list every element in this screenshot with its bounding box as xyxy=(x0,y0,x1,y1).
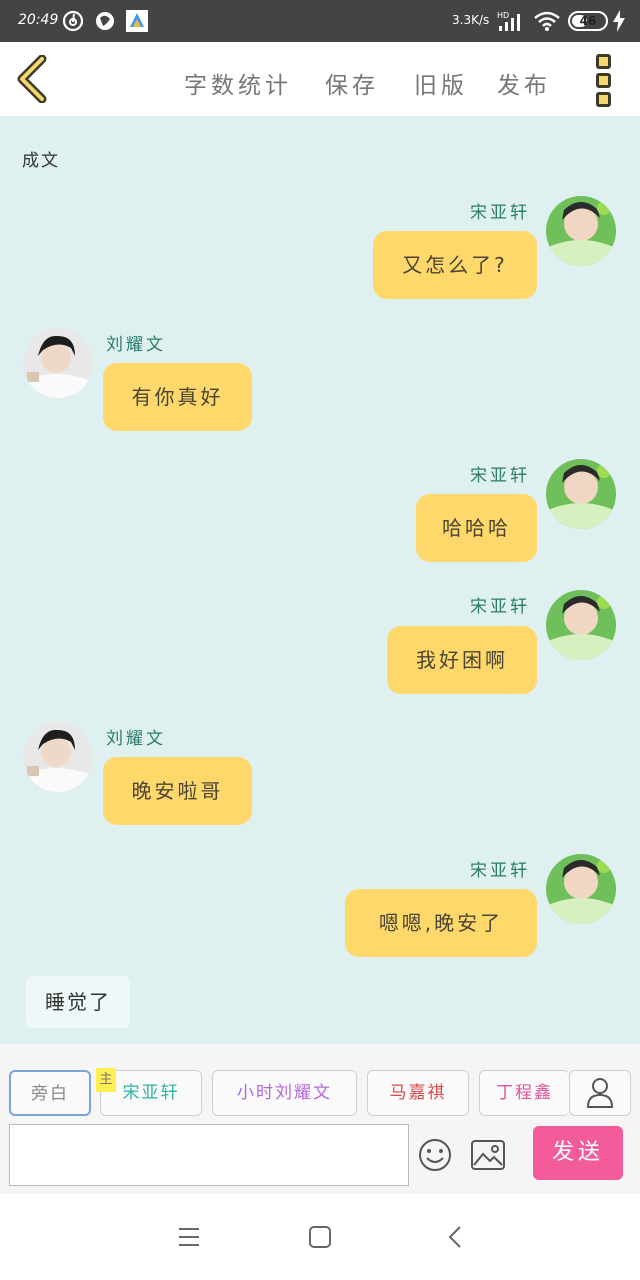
save-button[interactable]: 保存 xyxy=(325,66,379,100)
avatar-liu-yaowen[interactable] xyxy=(23,328,93,398)
message-bubble[interactable]: 晚安啦哥 xyxy=(103,757,252,825)
message-bubble[interactable]: 哈哈哈 xyxy=(416,494,537,562)
top-toolbar: 字数统计 保存 旧版 发布 xyxy=(0,42,640,116)
message-input[interactable] xyxy=(9,1124,409,1186)
battery-icon: 46 xyxy=(568,11,608,31)
sender-name: 宋亚轩 xyxy=(470,466,530,486)
narration-message[interactable]: 睡觉了 xyxy=(26,976,130,1028)
navigation-bar xyxy=(0,1194,640,1280)
old-version-button[interactable]: 旧版 xyxy=(414,66,468,100)
netease-music-icon xyxy=(62,10,84,32)
menu-dot xyxy=(596,54,611,69)
message-bubble[interactable]: 又怎么了? xyxy=(373,231,537,299)
message-bubble[interactable]: 嗯嗯,晚安了 xyxy=(345,889,537,957)
main-role-badge: 主 xyxy=(96,1068,116,1092)
image-icon[interactable] xyxy=(470,1139,506,1171)
role-chip-ma-jiaqi[interactable]: 马嘉祺 xyxy=(367,1070,469,1116)
message-bubble[interactable]: 我好困啊 xyxy=(387,626,537,694)
charging-bolt-icon xyxy=(613,10,625,32)
role-chip-xiaoshi-liu-yaowen[interactable]: 小时刘耀文 xyxy=(212,1070,357,1116)
user-icon xyxy=(586,1078,614,1108)
network-speed: 3.3K/s xyxy=(452,13,490,27)
menu-dot xyxy=(596,92,611,107)
signal-icon: HD xyxy=(497,11,520,31)
back-triangle-icon[interactable] xyxy=(442,1224,468,1250)
sender-name: 刘耀文 xyxy=(106,335,166,355)
sender-name: 刘耀文 xyxy=(106,729,166,749)
status-time: 20:49 xyxy=(18,12,59,28)
chat-title: 成文 xyxy=(22,151,60,171)
battery-level: 46 xyxy=(579,14,597,28)
publish-button[interactable]: 发布 xyxy=(497,66,551,100)
add-role-button[interactable] xyxy=(569,1070,631,1116)
input-panel: 旁白 宋亚轩 主 小时刘耀文 马嘉祺 丁程鑫 发送 xyxy=(0,1044,640,1194)
avatar-liu-yaowen[interactable] xyxy=(23,722,93,792)
status-bar: 20:49 3.3K/s HD 46 xyxy=(0,0,640,42)
menu-icon[interactable] xyxy=(176,1224,202,1250)
network-type-label: HD xyxy=(497,11,509,20)
avatar-song-yaxuan[interactable] xyxy=(546,590,616,660)
sender-name: 宋亚轩 xyxy=(470,597,530,617)
back-arrow-icon[interactable] xyxy=(14,55,54,103)
sender-name: 宋亚轩 xyxy=(470,861,530,881)
avatar-song-yaxuan[interactable] xyxy=(546,459,616,529)
word-count-button[interactable]: 字数统计 xyxy=(184,66,292,100)
avatar-song-yaxuan[interactable] xyxy=(546,854,616,924)
more-menu-icon[interactable] xyxy=(592,54,616,107)
menu-dot xyxy=(596,73,611,88)
role-chip-ding-chengxin[interactable]: 丁程鑫 xyxy=(479,1070,569,1116)
home-square-icon[interactable] xyxy=(307,1224,333,1250)
send-button[interactable]: 发送 xyxy=(533,1126,623,1180)
role-chip-narration[interactable]: 旁白 xyxy=(9,1070,91,1116)
avatar-song-yaxuan[interactable] xyxy=(546,196,616,266)
chat-area: 成文 宋亚轩 又怎么了? 刘耀文 有你真好 宋亚轩 哈哈哈 宋亚轩 我好困啊 刘… xyxy=(0,116,640,1044)
app-notification-icon xyxy=(126,10,148,32)
emoji-icon[interactable] xyxy=(418,1138,452,1172)
wifi-icon xyxy=(534,11,560,31)
message-bubble[interactable]: 有你真好 xyxy=(103,363,252,431)
browser-icon xyxy=(96,12,114,30)
sender-name: 宋亚轩 xyxy=(470,203,530,223)
